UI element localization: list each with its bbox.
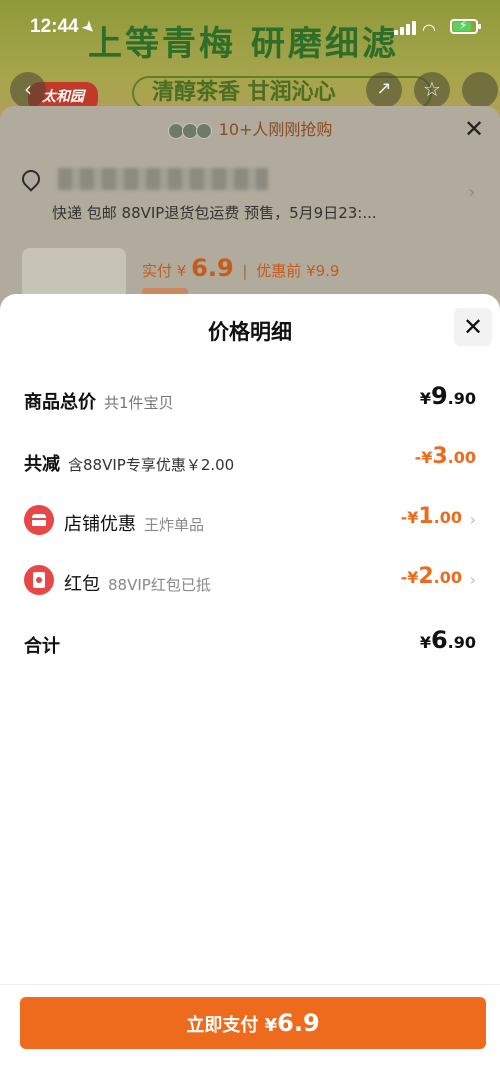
charging-bolt-icon: ⚡ xyxy=(459,18,468,32)
status-bar: 12:44➤ ◠ ⚡ xyxy=(0,0,500,56)
total-price-amount: ¥9.90 xyxy=(419,382,476,410)
reduction-detail: 含88VIP专享优惠￥2.00 xyxy=(68,456,235,474)
price-detail-sheet: 价格明细 ✕ 商品总价 共1件宝贝 ¥9.90 共减 含88VIP专享优惠￥2.00… xyxy=(0,294,500,1068)
red-packet-detail: 88VIP红包已抵 xyxy=(108,576,211,594)
chevron-right-icon: › xyxy=(469,570,476,589)
row-sum: 合计 ¥6.90 xyxy=(24,624,476,664)
close-button[interactable]: ✕ xyxy=(454,308,492,346)
recent-buyers-text: 10+人刚刚抢购 xyxy=(218,120,333,139)
row-total-price: 商品总价 共1件宝贝 ¥9.90 xyxy=(24,380,476,420)
reduction-amount: -¥3.00 xyxy=(414,444,476,469)
shop-discount-label: 店铺优惠 xyxy=(64,514,136,535)
reduction-label: 共减 xyxy=(24,454,60,475)
location-arrow-icon: ➤ xyxy=(79,17,99,37)
pay-summary: 实付 ¥ 6.9 | 优惠前 ¥9.9 xyxy=(142,254,340,282)
shipping-info: 快递 包邮 88VIP退货包运费 预售，5月9日23:... xyxy=(52,204,377,222)
buyer-avatars xyxy=(167,122,214,140)
red-packet-amount: -¥2.00 xyxy=(400,564,462,589)
favorite-star-icon[interactable]: ☆ xyxy=(414,72,450,108)
shop-discount-amount: -¥1.00 xyxy=(400,504,462,529)
row-shop-discount[interactable]: 店铺优惠 王炸单品 -¥1.00 › xyxy=(24,502,476,542)
recent-buyers-row: 10+人刚刚抢购 xyxy=(0,116,500,144)
chevron-right-icon: › xyxy=(469,510,476,529)
red-packet-label: 红包 xyxy=(64,574,100,595)
item-count: 共1件宝贝 xyxy=(104,394,174,412)
wifi-icon: ◠ xyxy=(422,20,436,39)
divider xyxy=(0,984,500,985)
battery-icon: ⚡ xyxy=(450,18,481,34)
chevron-right-icon: › xyxy=(468,182,476,203)
back-icon[interactable]: ‹ xyxy=(10,72,46,108)
row-red-packet[interactable]: 红包 88VIP红包已抵 -¥2.00 › xyxy=(24,562,476,602)
red-packet-icon xyxy=(24,565,54,595)
shop-discount-detail: 王炸单品 xyxy=(144,516,205,534)
row-total-reduction: 共减 含88VIP专享优惠￥2.00 -¥3.00 xyxy=(24,442,476,482)
background-close-icon[interactable]: ✕ xyxy=(464,116,484,142)
more-icon[interactable] xyxy=(462,72,498,108)
shop-icon xyxy=(24,505,54,535)
pay-now-button[interactable]: 立即支付 ¥6.9 xyxy=(20,997,486,1049)
cellular-signal-icon xyxy=(394,21,416,35)
status-time: 12:44➤ xyxy=(30,16,99,37)
close-icon: ✕ xyxy=(462,313,484,341)
sum-amount: ¥6.90 xyxy=(419,626,476,654)
sum-label: 合计 xyxy=(24,636,60,657)
total-price-label: 商品总价 xyxy=(24,392,96,413)
address-blurred[interactable] xyxy=(58,168,268,190)
sheet-title: 价格明细 xyxy=(208,320,292,344)
pay-now-value: 6.9 xyxy=(277,1009,320,1037)
pre-discount-value: ¥9.9 xyxy=(306,262,340,280)
share-icon[interactable]: ↗ xyxy=(366,72,402,108)
pay-value: 6.9 xyxy=(191,254,234,282)
